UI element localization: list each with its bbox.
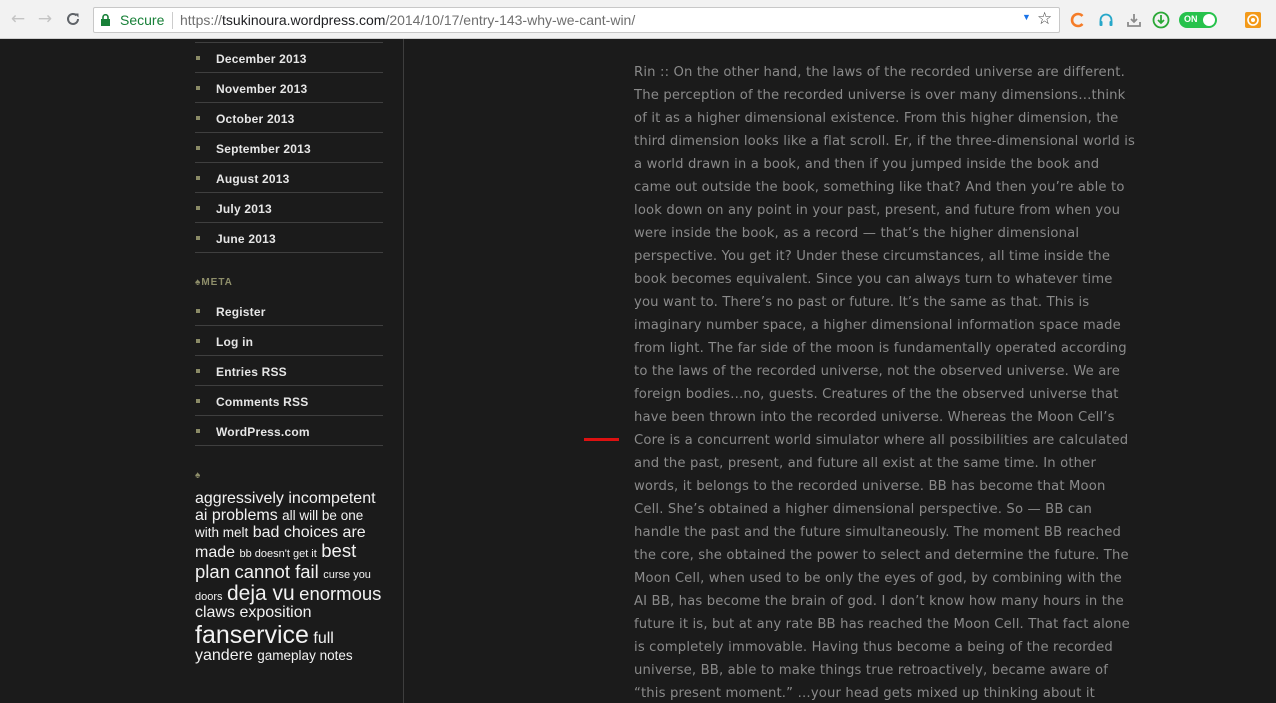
on-toggle-switch[interactable]: ON (1179, 12, 1217, 28)
tag-link[interactable]: enormous (299, 583, 381, 604)
download-circle-icon[interactable] (1151, 10, 1171, 30)
bullet (196, 309, 200, 313)
bullet (196, 339, 200, 343)
wordpress-link[interactable]: WordPress.com (216, 425, 310, 439)
bullet (196, 86, 200, 90)
bullet (196, 399, 200, 403)
url-text[interactable]: https://tsukinoura.wordpress.com/2014/10… (180, 12, 635, 28)
download-tray-glyph-icon (1127, 14, 1141, 27)
archive-link[interactable]: July 2013 (216, 202, 272, 216)
entries-rss-link[interactable]: Entries RSS (216, 365, 287, 379)
url-host: tsukinoura.wordpress.com (222, 12, 386, 28)
tag-link[interactable]: fanservice (195, 621, 309, 649)
bullet (196, 236, 200, 240)
reload-glyph-icon (67, 12, 79, 25)
meta-item: Log in (195, 326, 383, 356)
extension-c-glyph-icon (1070, 12, 1084, 28)
headphones-icon[interactable] (1097, 10, 1115, 30)
meta-list: Register Log in Entries RSS Comments RSS… (195, 296, 383, 446)
tag-link[interactable]: cannot fail (234, 561, 318, 582)
back-arrow-icon[interactable]: ← (8, 9, 28, 29)
omnibox-dropdown-icon[interactable]: ▼ (1022, 12, 1031, 22)
bullet (196, 146, 200, 150)
bullet (196, 206, 200, 210)
url-path: /2014/10/17/entry-143-why-we-cant-win/ (385, 12, 636, 28)
extension-c-icon[interactable] (1069, 10, 1087, 30)
bullet (196, 176, 200, 180)
archive-item: August 2013 (195, 163, 383, 193)
register-link[interactable]: Register (216, 305, 266, 319)
archive-item: November 2013 (195, 73, 383, 103)
meta-item: Comments RSS (195, 386, 383, 416)
tag-link[interactable]: bb doesn't get it (239, 548, 316, 561)
extension-target-icon[interactable] (1243, 10, 1263, 30)
extension-target-glyph-icon (1245, 12, 1261, 28)
bullet (196, 116, 200, 120)
bookmark-star-icon[interactable]: ☆ (1037, 9, 1052, 29)
tag-cloud: aggressively incompetent ai problems all… (195, 490, 385, 665)
meta-item: WordPress.com (195, 416, 383, 446)
secure-label: Secure (120, 12, 165, 28)
article-body: Rin :: On the other hand, the laws of th… (634, 65, 1136, 701)
bullet (196, 56, 200, 60)
archive-link[interactable]: November 2013 (216, 82, 307, 96)
archive-link[interactable]: August 2013 (216, 172, 290, 186)
headphones-glyph-icon (1099, 13, 1113, 26)
toggle-knob (1203, 14, 1215, 26)
reload-icon[interactable] (63, 9, 83, 29)
tag-link[interactable]: exposition (239, 604, 311, 621)
download-tray-icon[interactable] (1125, 10, 1143, 30)
red-line-marker (584, 438, 619, 441)
toggle-label: ON (1184, 14, 1198, 24)
meta-item: Entries RSS (195, 356, 383, 386)
bullet (196, 369, 200, 373)
download-circle-glyph-icon (1152, 11, 1170, 29)
url-scheme: https:// (180, 12, 223, 28)
browser-toolbar: ← → Secure https://tsukinoura.wordpress.… (0, 0, 1276, 39)
page-content: December 2013 November 2013 October 2013… (0, 39, 1276, 703)
archive-link[interactable]: October 2013 (216, 112, 294, 126)
login-link[interactable]: Log in (216, 335, 253, 349)
archive-link[interactable]: December 2013 (216, 52, 307, 66)
bullet (196, 429, 200, 433)
archive-link[interactable]: September 2013 (216, 142, 311, 156)
comments-rss-link[interactable]: Comments RSS (216, 395, 308, 409)
lock-icon (101, 14, 110, 26)
archives-list: December 2013 November 2013 October 2013… (195, 42, 383, 253)
archive-item: December 2013 (195, 43, 383, 73)
archive-item: July 2013 (195, 193, 383, 223)
archive-item: September 2013 (195, 133, 383, 163)
address-bar[interactable]: Secure https://tsukinoura.wordpress.com/… (93, 7, 1060, 33)
meta-heading: ♠META (195, 277, 233, 288)
tag-link[interactable]: problems (212, 507, 278, 524)
sidebar-divider (403, 39, 404, 703)
forward-arrow-icon[interactable]: → (35, 9, 55, 29)
tag-link[interactable]: gameplay notes (257, 648, 352, 663)
meta-item: Register (195, 296, 383, 326)
archive-item: June 2013 (195, 223, 383, 253)
omnibox-separator (172, 12, 173, 29)
tag-link[interactable]: deja vu (227, 582, 295, 605)
archive-item: October 2013 (195, 103, 383, 133)
tags-heading: ♠ (195, 470, 201, 481)
archive-link[interactable]: June 2013 (216, 232, 276, 246)
tag-link[interactable]: claws (195, 604, 235, 621)
